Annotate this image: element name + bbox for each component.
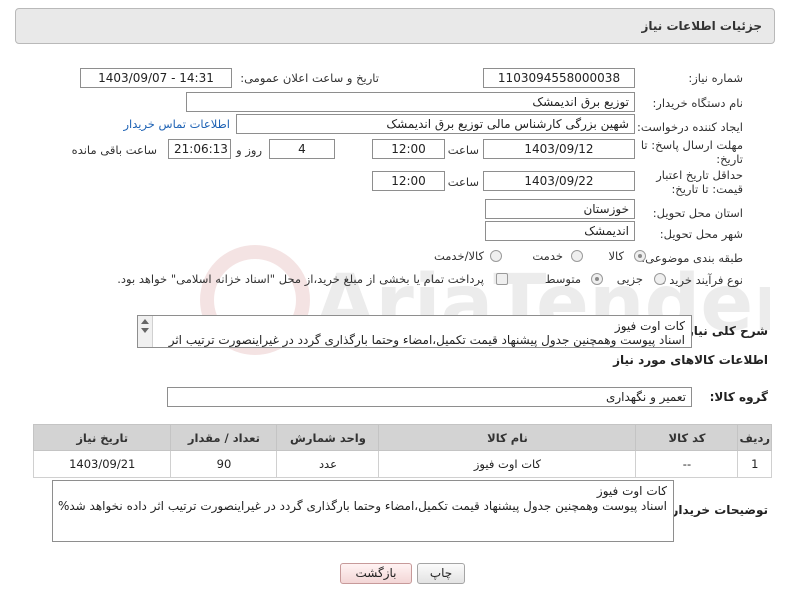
payment-note: پرداخت تمام یا بخشی از مبلغ خرید،از محل … xyxy=(117,272,484,286)
buyer-notes-label: توضیحات خریدار: xyxy=(666,503,768,517)
buyer-notes-line-2: اسناد پیوست وهمچنین جدول پیشنهاد قیمت تک… xyxy=(57,499,667,513)
goods-table: ردیف کد کالا نام کالا واحد شمارش تعداد /… xyxy=(32,424,772,478)
cell-date: 1403/09/21 xyxy=(32,450,172,478)
category-radio-service[interactable] xyxy=(571,250,583,262)
summary-textarea[interactable]: کات اوت فیوز اسناد پیوست وهمچنین جدول پی… xyxy=(137,315,692,348)
table-row[interactable]: 1 -- کات اوت فیوز عدد 90 1403/09/21 xyxy=(32,450,772,478)
scroll-down-icon[interactable] xyxy=(141,328,149,333)
reply-date-field[interactable]: 1403/09/12 xyxy=(483,139,635,159)
province-label: استان محل تحویل: xyxy=(652,206,743,220)
validity-date-field[interactable]: 1403/09/22 xyxy=(483,171,635,191)
cell-code: -- xyxy=(635,450,739,478)
cell-qty: 90 xyxy=(170,450,278,478)
print-button[interactable]: چاپ xyxy=(417,563,465,584)
reply-time-field[interactable]: 12:00 xyxy=(372,139,445,159)
category-goods-label: کالا xyxy=(608,249,624,263)
cell-unit: عدد xyxy=(276,450,380,478)
need-number-field[interactable]: 1103094558000038 xyxy=(483,68,635,88)
cell-row: 1 xyxy=(737,450,772,478)
goods-group-field[interactable]: تعمیر و نگهداری xyxy=(167,387,692,407)
validity-time-field[interactable]: 12:00 xyxy=(372,171,445,191)
purchase-radio-medium[interactable] xyxy=(591,273,603,285)
scroll-up-icon[interactable] xyxy=(141,319,149,324)
days-field[interactable]: 4 xyxy=(269,139,335,159)
purchase-medium-label: متوسط xyxy=(544,272,581,286)
payment-treasury-checkbox[interactable] xyxy=(496,273,508,285)
col-row: ردیف xyxy=(737,424,772,451)
col-name: نام کالا xyxy=(378,424,637,451)
creator-label: ایجاد کننده درخواست: xyxy=(637,120,743,134)
cell-name: کات اوت فیوز xyxy=(378,450,637,478)
panel-header: جزئیات اطلاعات نیاز xyxy=(15,8,775,44)
summary-label: شرح کلی نیاز: xyxy=(682,324,768,338)
col-qty: تعداد / مقدار xyxy=(170,424,278,451)
category-service-label: خدمت xyxy=(532,249,563,263)
remaining-label: ساعت باقی مانده xyxy=(71,143,157,157)
purchase-type-label: نوع فرآیند خرید : xyxy=(661,273,743,287)
col-unit: واحد شمارش xyxy=(276,424,380,451)
back-button[interactable]: بازگشت xyxy=(340,563,412,584)
reply-deadline-label: مهلت ارسال پاسخ: تا تاریخ: xyxy=(640,138,743,166)
creator-field[interactable]: شهین بزرگی کارشناس مالی توزیع برق اندیمش… xyxy=(236,114,635,134)
col-code: کد کالا xyxy=(635,424,739,451)
category-goods-service-label: کالا/خدمت xyxy=(433,249,484,263)
city-field[interactable]: اندیمشک xyxy=(485,221,635,241)
col-date: تاریخ نیاز xyxy=(32,424,172,451)
summary-line-2: اسناد پیوست وهمچنین جدول پیشنهاد قیمت تک… xyxy=(168,333,685,347)
city-label: شهر محل تحویل: xyxy=(659,227,743,241)
category-label: طبقه بندی موضوعی: xyxy=(641,251,743,265)
days-label: روز و xyxy=(236,143,262,157)
purchase-minor-label: جزیی xyxy=(616,272,643,286)
category-radio-goods[interactable] xyxy=(634,250,646,262)
category-radio-goods-service[interactable] xyxy=(490,250,502,262)
price-validity-label: حداقل تاریخ اعتبار قیمت: تا تاریخ: xyxy=(656,168,743,196)
announce-label: تاریخ و ساعت اعلان عمومی: xyxy=(240,71,379,85)
remaining-time-field[interactable]: 21:06:13 xyxy=(168,139,231,159)
purchase-radio-minor[interactable] xyxy=(654,273,666,285)
buyer-notes-line-1: کات اوت فیوز xyxy=(596,484,667,498)
buyer-notes-textarea[interactable]: کات اوت فیوز اسناد پیوست وهمچنین جدول پی… xyxy=(52,480,674,542)
announce-field[interactable]: 1403/09/07 - 14:31 xyxy=(80,68,232,88)
province-field[interactable]: خوزستان xyxy=(485,199,635,219)
summary-line-1: کات اوت فیوز xyxy=(614,319,685,333)
buyer-org-field[interactable]: توزیع برق اندیمشک xyxy=(186,92,635,112)
validity-time-label: ساعت xyxy=(447,175,479,189)
buyer-org-label: نام دستگاه خریدار: xyxy=(652,96,743,110)
goods-section-title: اطلاعات کالاهای مورد نیاز xyxy=(613,353,768,367)
table-header-row: ردیف کد کالا نام کالا واحد شمارش تعداد /… xyxy=(32,424,772,451)
goods-group-label: گروه کالا: xyxy=(709,390,768,404)
reply-time-label: ساعت xyxy=(447,143,479,157)
summary-scrollbar[interactable] xyxy=(138,316,153,347)
need-number-label: شماره نیاز: xyxy=(688,71,743,85)
panel-title: جزئیات اطلاعات نیاز xyxy=(641,19,762,33)
contact-info-link[interactable]: اطلاعات تماس خریدار xyxy=(123,117,230,131)
